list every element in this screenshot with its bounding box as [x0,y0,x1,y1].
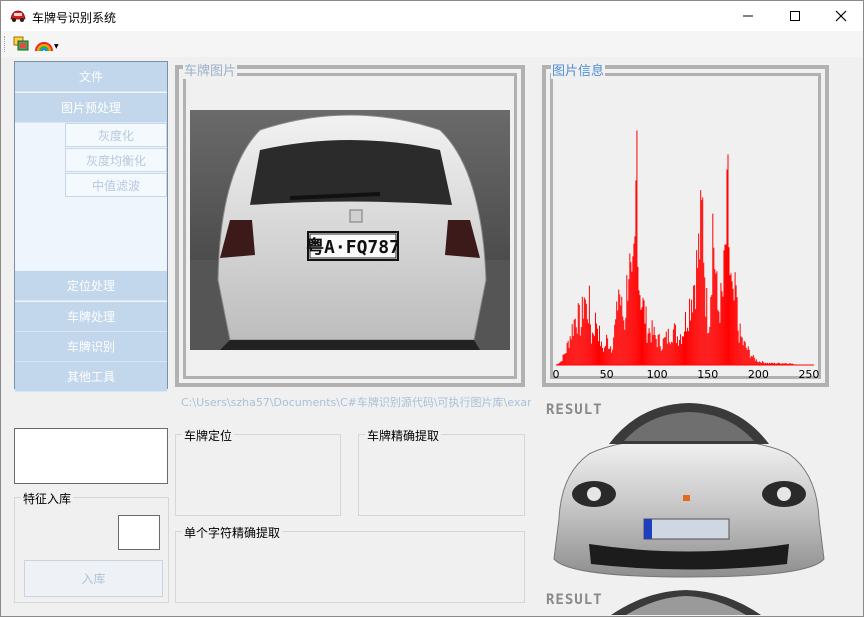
char-extract-group: 单个字符精确提取 [175,524,525,603]
nav-item-preprocess[interactable]: 图片预处理 [15,93,167,123]
result-car-image-2 [611,590,761,615]
minimize-icon [743,15,753,17]
nav-item-tools[interactable]: 其他工具 [15,362,167,392]
result-textbox[interactable] [14,428,168,484]
nav-item-recognize[interactable]: 车牌识别 [15,332,167,362]
histogram-frame: 0 50 100 150 200 250 [542,65,829,387]
nav-item-plate[interactable]: 车牌处理 [15,302,167,332]
toolbar: ▼ [1,31,863,57]
color-button[interactable] [34,35,54,53]
car-image-title: 车牌图片 [183,60,238,79]
plate-text: 粤A·FQ787 [306,236,400,258]
car-icon [10,10,26,22]
minimize-button[interactable] [725,1,771,31]
plate-locate-label: 车牌定位 [182,427,235,444]
char-extract-label: 单个字符精确提取 [182,524,283,541]
store-button[interactable]: 入库 [24,560,163,597]
car-photo: 粤A·FQ787 [190,110,510,350]
rainbow-icon [35,42,53,52]
close-button[interactable] [818,1,864,31]
open-image-button[interactable] [12,35,32,53]
histogram-tick-label: 100 [647,368,668,380]
open-image-icon [13,36,29,51]
nav-item-locate[interactable]: 定位处理 [15,271,167,301]
chevron-down-icon[interactable]: ▼ [54,43,59,50]
maximize-icon [790,11,800,21]
app-window: 车牌号识别系统 ▼ 文件 图片预处理 灰度化 灰度均衡化 中值滤波 定位处理 车… [0,0,864,617]
histogram-tick-label: 250 [798,368,819,380]
result-car-image [553,403,825,578]
histogram-tick-label: 0 [553,368,560,380]
nav-subitem-median[interactable]: 中值滤波 [65,173,167,197]
plate-locate-group: 车牌定位 [175,427,341,516]
histogram-tick-label: 200 [748,368,769,380]
feature-group-label: 特征入库 [21,490,74,507]
histogram-tick-label: 150 [697,368,718,380]
nav-subitem-grayscale[interactable]: 灰度化 [65,123,167,147]
plate-extract-group: 车牌精确提取 [358,427,525,516]
maximize-button[interactable] [772,1,818,31]
nav-subitem-equalize[interactable]: 灰度均衡化 [65,148,167,172]
histogram-tick-label: 50 [600,368,614,380]
car-image-frame: 粤A·FQ787 [175,65,525,387]
result-label-2: RESULT [546,592,603,608]
feature-preview-box [118,515,160,550]
window-title: 车牌号识别系统 [32,11,117,25]
file-path: C:\Users\szha57\Documents\C#车牌识别源代码\可执行图… [181,396,531,409]
plate-extract-label: 车牌精确提取 [365,427,442,444]
toolbar-grip[interactable] [4,36,7,52]
nav-panel: 文件 图片预处理 灰度化 灰度均衡化 中值滤波 定位处理 车牌处理 车牌识别 其… [14,61,168,392]
histogram-title: 图片信息 [551,60,606,79]
nav-item-file[interactable]: 文件 [15,62,167,92]
histogram-chart: 0 50 100 150 200 250 [553,130,819,380]
title-bar: 车牌号识别系统 [1,1,863,31]
close-icon [835,10,847,22]
